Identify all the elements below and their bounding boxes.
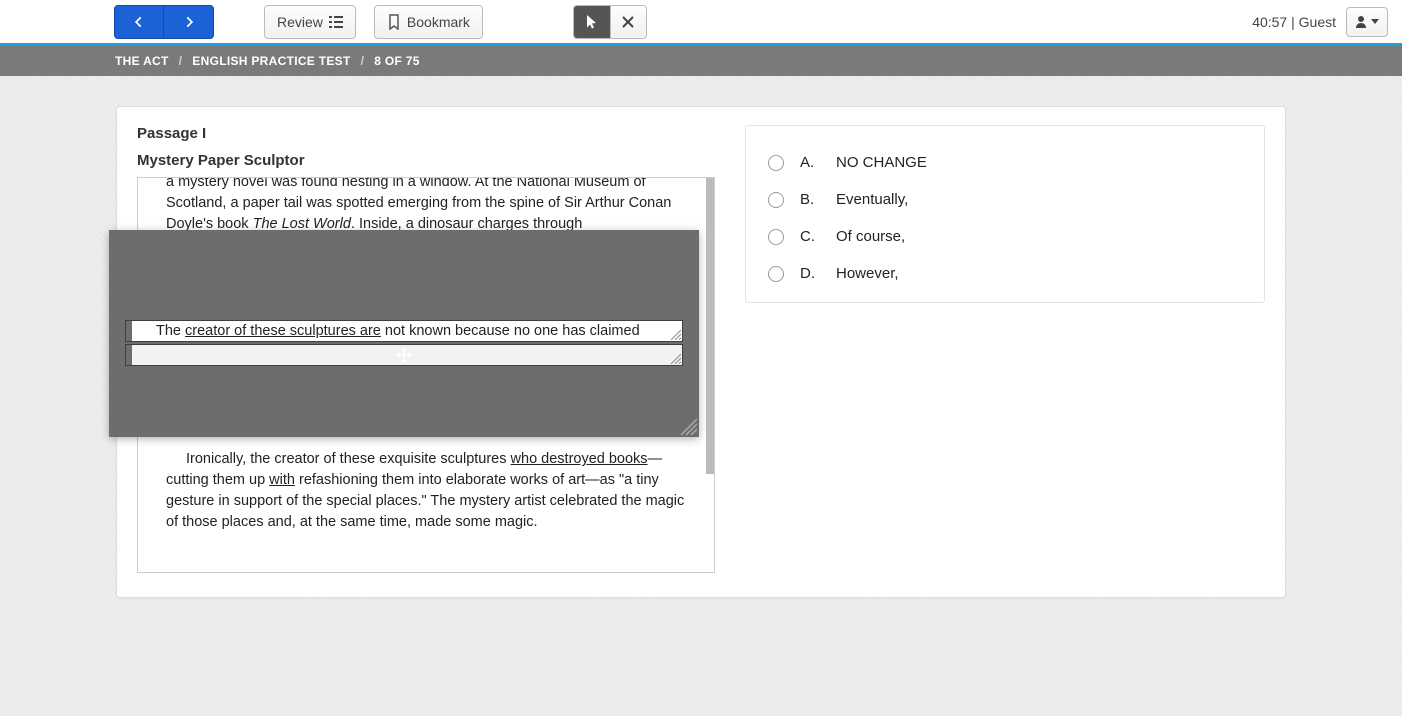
radio-icon[interactable] [768,266,784,282]
passage-title: Mystery Paper Sculptor [137,152,715,169]
breadcrumb-bar: THE ACT / ENGLISH PRACTICE TEST / 8 OF 7… [0,46,1402,76]
choice-letter: D. [800,265,820,282]
radio-icon[interactable] [768,155,784,171]
answer-choice-c[interactable]: C. Of course, [766,218,1244,255]
breadcrumb-progress: 8 OF 75 [374,54,419,68]
radio-icon[interactable] [768,229,784,245]
review-label: Review [277,14,323,30]
radio-icon[interactable] [768,192,784,208]
line-reader-windows: The creator of these sculptures are not … [125,320,683,366]
line-reader-overlay[interactable]: The creator of these sculptures are not … [109,230,699,437]
user-icon [1355,15,1367,28]
bookmark-label: Bookmark [407,14,470,30]
pointer-mode-button[interactable] [574,6,610,38]
next-button[interactable] [164,5,214,39]
line-reader-text-row[interactable]: The creator of these sculptures are not … [125,320,683,342]
top-toolbar: Review Bookmark 40:57 | Guest [0,0,1402,46]
line-underline: creator of these sculptures are [185,323,381,339]
choice-letter: B. [800,191,820,208]
close-icon [622,16,634,28]
passage-underline: who destroyed books [511,451,648,467]
passage-bottom-paragraph: Ironically, the creator of these exquisi… [166,449,698,533]
breadcrumb-separator: / [361,54,365,68]
nav-button-group [114,5,214,39]
caret-down-icon [1371,19,1379,24]
choice-letter: A. [800,154,820,171]
answer-choice-d[interactable]: D. However, [766,255,1244,292]
passage-column: Passage I Mystery Paper Sculptor a myste… [137,125,715,573]
passage-top-fragment: a mystery novel was found nesting in a w… [166,177,698,235]
pointer-mode-group [573,5,647,39]
line-text: not known because no one has claimed [381,323,640,339]
line-reader-line: The creator of these sculptures are not … [156,323,640,339]
timer-text: 40:57 | Guest [1252,14,1336,30]
line-reader-move-row[interactable] [125,344,683,366]
list-icon [329,16,343,28]
answer-choice-b[interactable]: B. Eventually, [766,181,1244,218]
overlay-resize-handle-icon[interactable] [679,417,697,435]
answer-panel: A. NO CHANGE B. Eventually, C. Of course… [745,125,1265,303]
user-menu-button[interactable] [1346,7,1388,37]
passage-label: Passage I [137,125,715,142]
bookmark-button[interactable]: Bookmark [374,5,483,39]
line-reader-left-handle[interactable] [126,321,132,341]
choice-text: NO CHANGE [836,154,927,171]
breadcrumb-section: ENGLISH PRACTICE TEST [192,54,350,68]
resize-handle-icon[interactable] [669,328,681,340]
line-reader-left-handle[interactable] [126,345,132,365]
choice-letter: C. [800,228,820,245]
answer-column: A. NO CHANGE B. Eventually, C. Of course… [745,125,1265,573]
line-text: The [156,323,185,339]
answer-choice-a[interactable]: A. NO CHANGE [766,144,1244,181]
question-card: Passage I Mystery Paper Sculptor a myste… [116,106,1286,598]
arrow-left-icon [132,15,146,29]
review-button[interactable]: Review [264,5,356,39]
passage-underline: with [269,472,295,488]
move-icon [397,348,411,362]
choice-text: Eventually, [836,191,908,208]
scrollbar-thumb[interactable] [706,178,714,474]
resize-handle-icon[interactable] [669,352,681,364]
breadcrumb-root: THE ACT [115,54,169,68]
arrow-right-icon [182,15,196,29]
breadcrumb-separator: / [179,54,183,68]
choice-text: However, [836,265,899,282]
close-mode-button[interactable] [610,6,646,38]
choice-text: Of course, [836,228,905,245]
cursor-icon [585,14,599,30]
prev-button[interactable] [114,5,164,39]
passage-text: Ironically, the creator of these exquisi… [186,451,511,467]
bookmark-icon [387,14,401,30]
